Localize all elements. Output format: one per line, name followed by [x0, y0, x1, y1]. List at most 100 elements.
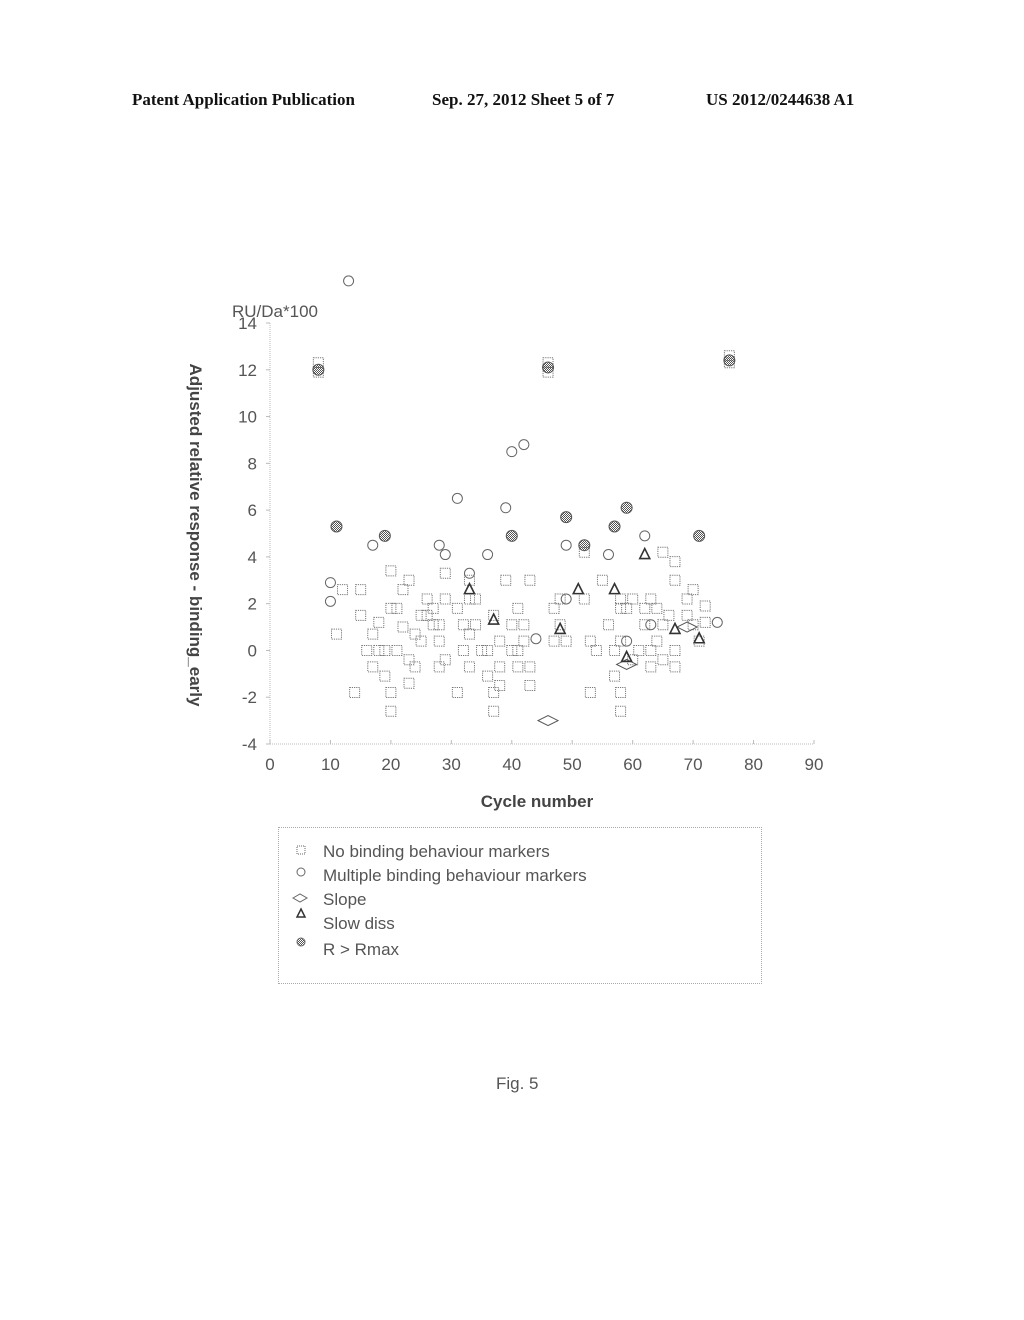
scatter-chart: 0 10 20 30 40 50 60 70 80 90-4-202468101214 RU/Da…: [186, 275, 823, 811]
data-point-square: [669, 556, 681, 568]
data-point-square: [663, 609, 675, 621]
y-unit-label: RU/Da*100: [232, 302, 318, 321]
legend-label: Slope: [323, 890, 367, 909]
data-point-circle: [645, 619, 657, 631]
y-tick-label: 2: [248, 595, 257, 614]
data-point-square: [512, 602, 524, 614]
x-tick-label: 20: [381, 755, 400, 774]
data-point-square: [409, 628, 421, 640]
data-point-triangle: [463, 581, 476, 595]
y-axis-label: Adjusted relative response - binding_ear…: [186, 364, 205, 707]
y-tick-label: 6: [248, 501, 257, 520]
series-diamond: [536, 621, 699, 727]
data-point-square: [349, 687, 361, 699]
data-point-square: [397, 584, 409, 596]
data-marks: [312, 275, 736, 727]
legend-label: R > Rmax: [323, 940, 400, 959]
data-point-triangle: [692, 630, 706, 644]
data-point-circle: [367, 539, 379, 551]
data-point-square: [615, 635, 627, 647]
data-point-square: [657, 546, 669, 558]
data-point-square: [669, 574, 681, 586]
data-point-square: [470, 619, 482, 631]
legend-label: Multiple binding behaviour markers: [323, 866, 587, 885]
diamond-marker-icon: [291, 893, 309, 903]
figure-caption: Fig. 5: [496, 1074, 539, 1093]
data-point-square: [373, 644, 385, 656]
data-point-circle: [530, 633, 542, 645]
data-point-circle: [451, 492, 463, 504]
series-circle: [324, 275, 723, 647]
data-point-square: [391, 602, 403, 614]
data-point-square: [639, 619, 651, 631]
data-point-square: [609, 670, 621, 682]
data-point-square: [439, 654, 451, 666]
data-point-square: [379, 644, 391, 656]
data-point-square: [385, 565, 397, 577]
data-point-circle: [463, 567, 475, 579]
data-point-square: [330, 628, 342, 640]
data-point-square: [687, 584, 699, 596]
x-tick-label: 90: [805, 755, 824, 774]
data-point-square: [409, 661, 421, 673]
data-point-square: [615, 593, 627, 605]
data-point-circle: [621, 635, 633, 647]
data-point-square: [615, 687, 627, 699]
data-point-square: [451, 687, 463, 699]
data-point-square: [500, 574, 512, 586]
data-point-square: [596, 574, 608, 586]
data-point-filled-circle: [378, 529, 391, 542]
data-point-triangle: [608, 581, 621, 595]
data-point-square: [524, 661, 536, 673]
y-tick-label: 10: [238, 408, 257, 427]
data-point-square: [669, 661, 681, 673]
data-point-square: [476, 644, 488, 656]
triangle-marker-icon: [295, 907, 307, 918]
x-tick-label: 50: [563, 755, 582, 774]
data-point-square: [451, 602, 463, 614]
data-point-square: [524, 574, 536, 586]
data-point-square: [602, 619, 614, 631]
data-point-triangle: [553, 621, 567, 635]
data-point-square: [403, 654, 415, 666]
data-point-circle: [500, 502, 512, 514]
data-point-diamond: [675, 621, 699, 633]
data-point-square: [421, 609, 433, 621]
data-point-square: [421, 593, 433, 605]
data-point-square: [578, 593, 590, 605]
data-point-circle: [433, 539, 445, 551]
data-point-square: [621, 602, 633, 614]
data-point-circle: [602, 549, 614, 561]
data-point-square: [488, 687, 500, 699]
y-tick-label: 8: [248, 454, 257, 473]
data-point-diamond: [536, 715, 560, 727]
y-tick-label: 0: [248, 641, 257, 660]
data-point-filled-circle: [312, 363, 325, 376]
data-point-square: [548, 602, 560, 614]
data-point-square: [415, 609, 427, 621]
data-point-circle: [711, 616, 723, 628]
data-point-square: [482, 644, 494, 656]
x-axis-label: Cycle number: [481, 792, 594, 811]
data-point-square: [512, 644, 524, 656]
legend: No binding behaviour markers Multiple bi…: [278, 827, 762, 984]
data-point-square: [379, 670, 391, 682]
data-point-square: [554, 593, 566, 605]
data-point-square: [494, 680, 506, 692]
data-point-square: [439, 567, 451, 579]
data-point-circle: [324, 577, 336, 589]
data-point-square: [463, 661, 475, 673]
data-point-square: [494, 661, 506, 673]
data-point-square: [337, 584, 349, 596]
data-point-square: [403, 677, 415, 689]
series-square: [312, 350, 735, 717]
data-point-circle: [518, 439, 530, 451]
axes: 0 10 20 30 40 50 60 70 80 90-4-202468101214: [238, 314, 823, 774]
data-point-square: [385, 602, 397, 614]
data-point-square: [457, 644, 469, 656]
data-point-square: [699, 616, 711, 628]
data-point-square: [367, 661, 379, 673]
data-point-square: [645, 593, 657, 605]
data-point-square: [651, 635, 663, 647]
data-point-square: [439, 593, 451, 605]
